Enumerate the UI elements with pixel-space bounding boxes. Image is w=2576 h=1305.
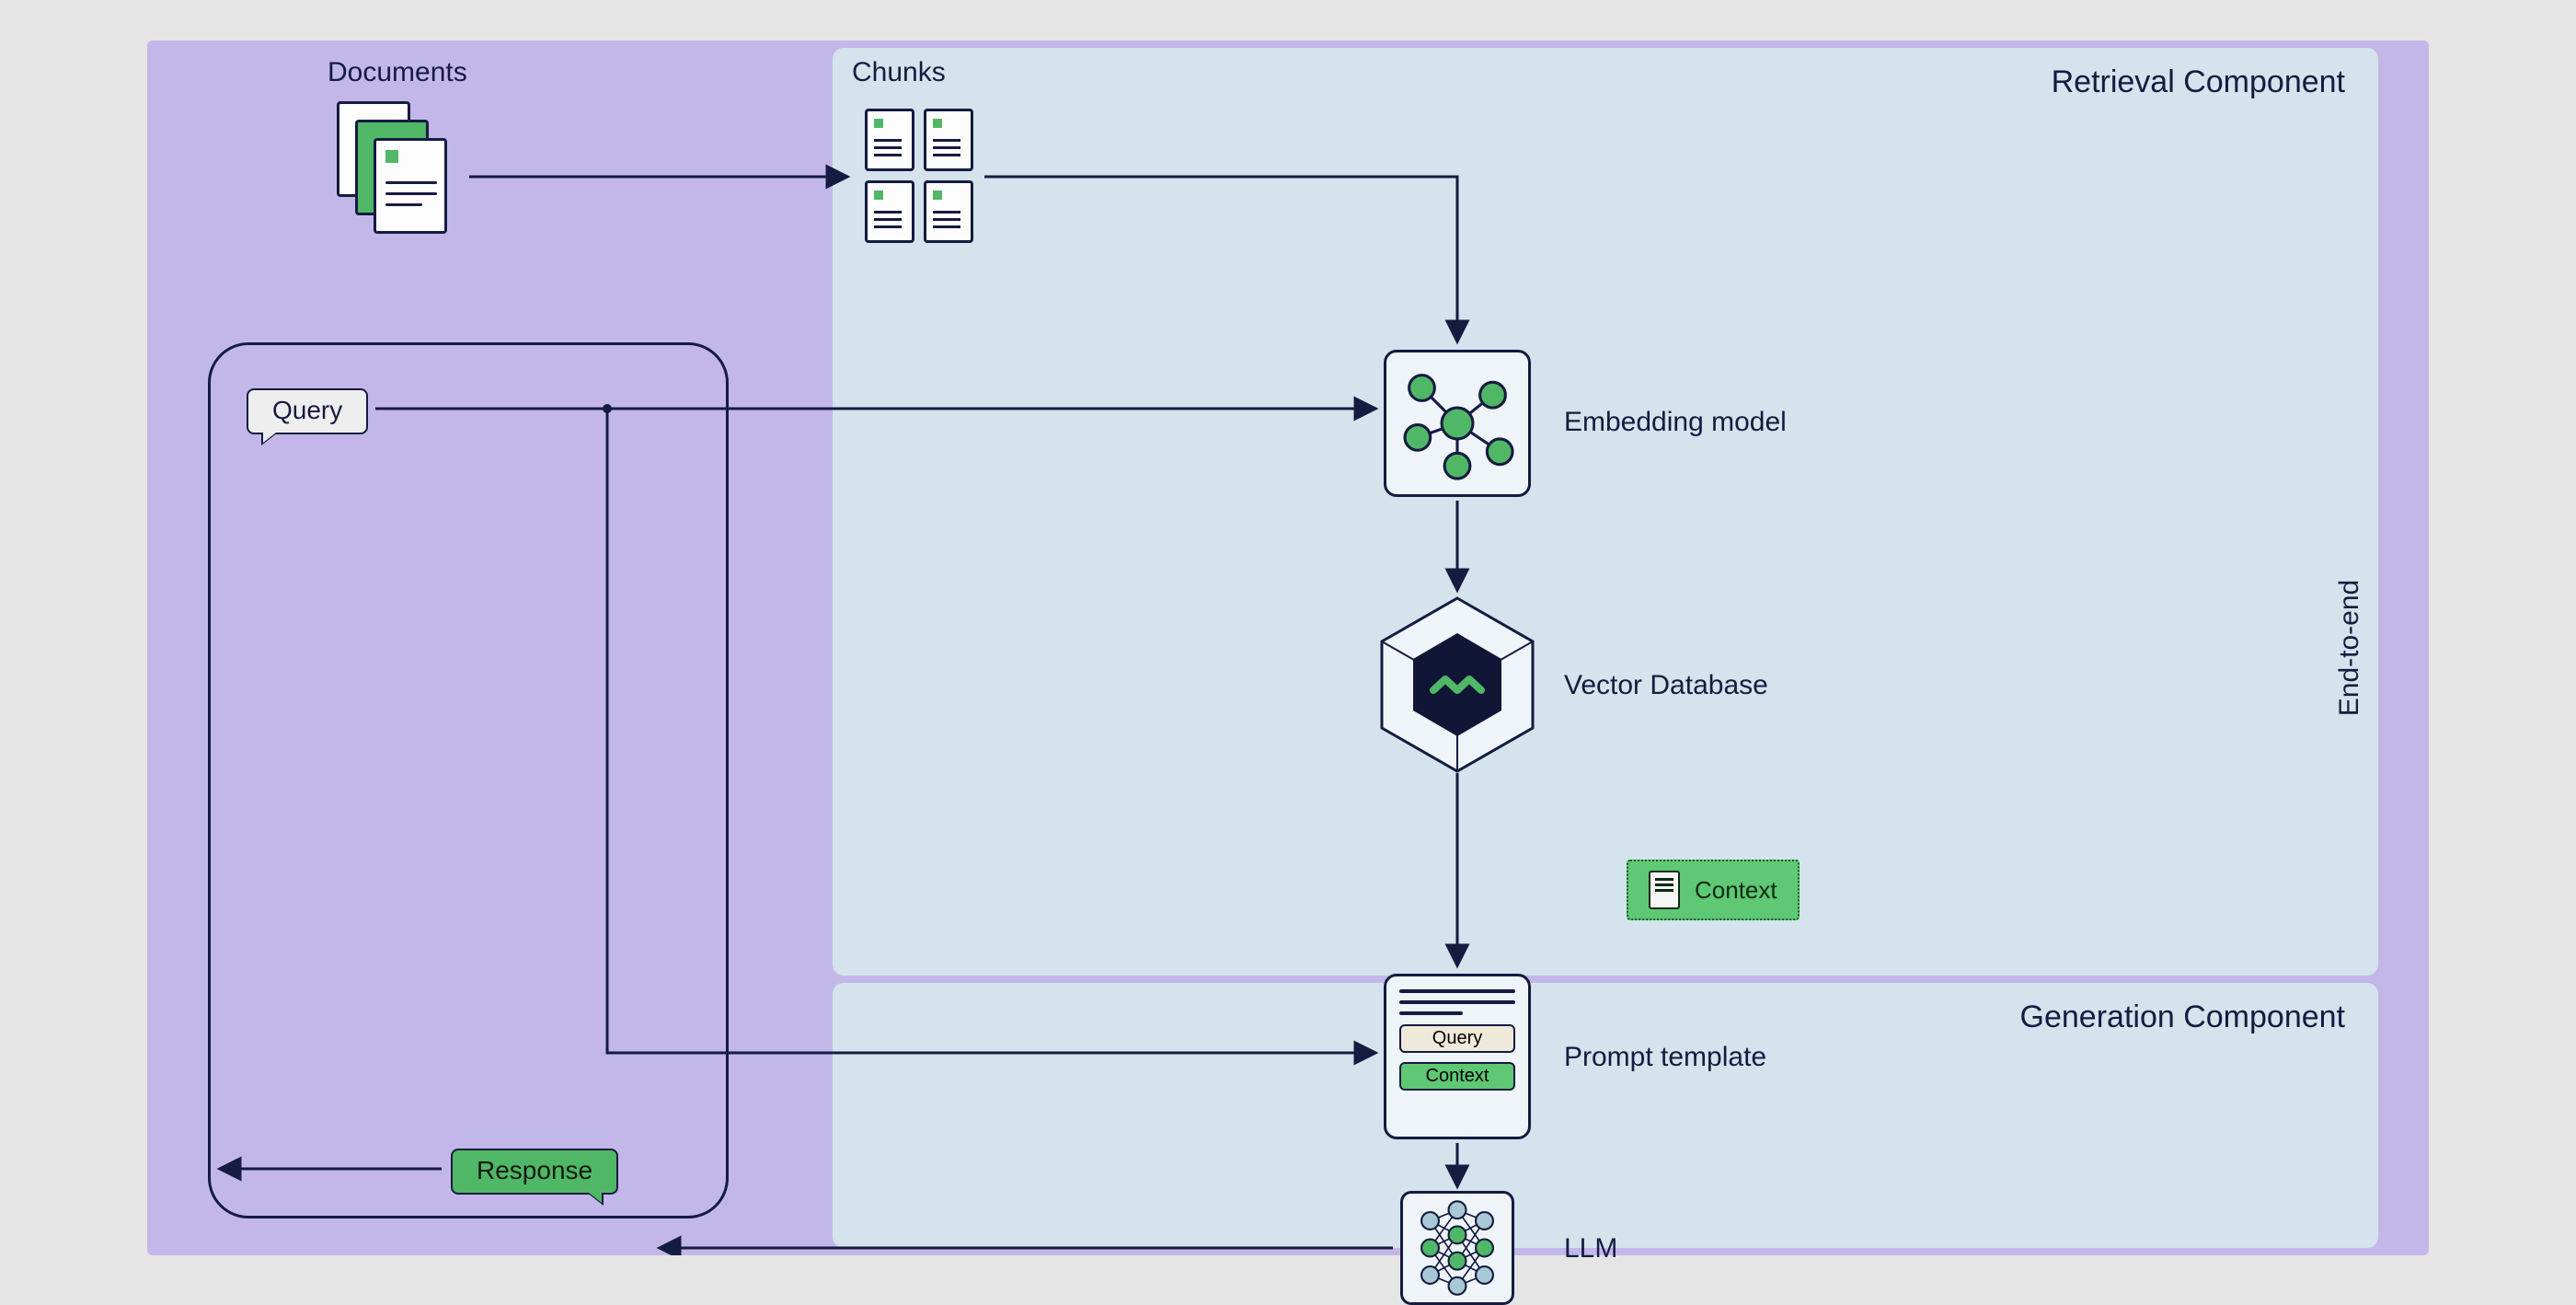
llm-node (1400, 1191, 1514, 1305)
generation-panel-title: Generation Component (2020, 999, 2345, 1035)
response-bubble: Response (451, 1149, 618, 1195)
retrieval-panel: Retrieval Component (833, 48, 2378, 976)
vector-db-label: Vector Database (1564, 670, 1768, 701)
end-to-end-label: End-to-end (2334, 580, 2365, 716)
llm-label: LLM (1564, 1233, 1617, 1265)
context-badge: Context (1627, 860, 1800, 920)
prompt-template-node: Query Context (1384, 974, 1531, 1139)
generation-panel: Generation Component (833, 983, 2378, 1248)
context-doc-icon (1649, 871, 1680, 909)
query-bubble-label: Query (272, 396, 342, 424)
diagram-stage: Retrieval Component Generation Component… (147, 40, 2429, 1255)
embedding-graph-icon (1386, 352, 1528, 494)
context-badge-label: Context (1695, 876, 1777, 905)
neural-net-icon (1403, 1194, 1512, 1302)
prompt-template-query-chip: Query (1399, 1024, 1515, 1053)
prompt-template-label: Prompt template (1564, 1042, 1766, 1073)
chat-frame (208, 342, 729, 1218)
chunks-label: Chunks (852, 57, 946, 88)
retrieval-panel-title: Retrieval Component (2052, 64, 2345, 100)
documents-label: Documents (328, 57, 467, 88)
query-bubble: Query (247, 388, 368, 434)
embedding-model-label: Embedding model (1564, 407, 1787, 438)
chunks-icon (865, 109, 973, 243)
response-bubble-label: Response (477, 1156, 592, 1184)
prompt-template-context-chip: Context (1399, 1062, 1515, 1091)
embedding-model-node (1384, 350, 1531, 497)
